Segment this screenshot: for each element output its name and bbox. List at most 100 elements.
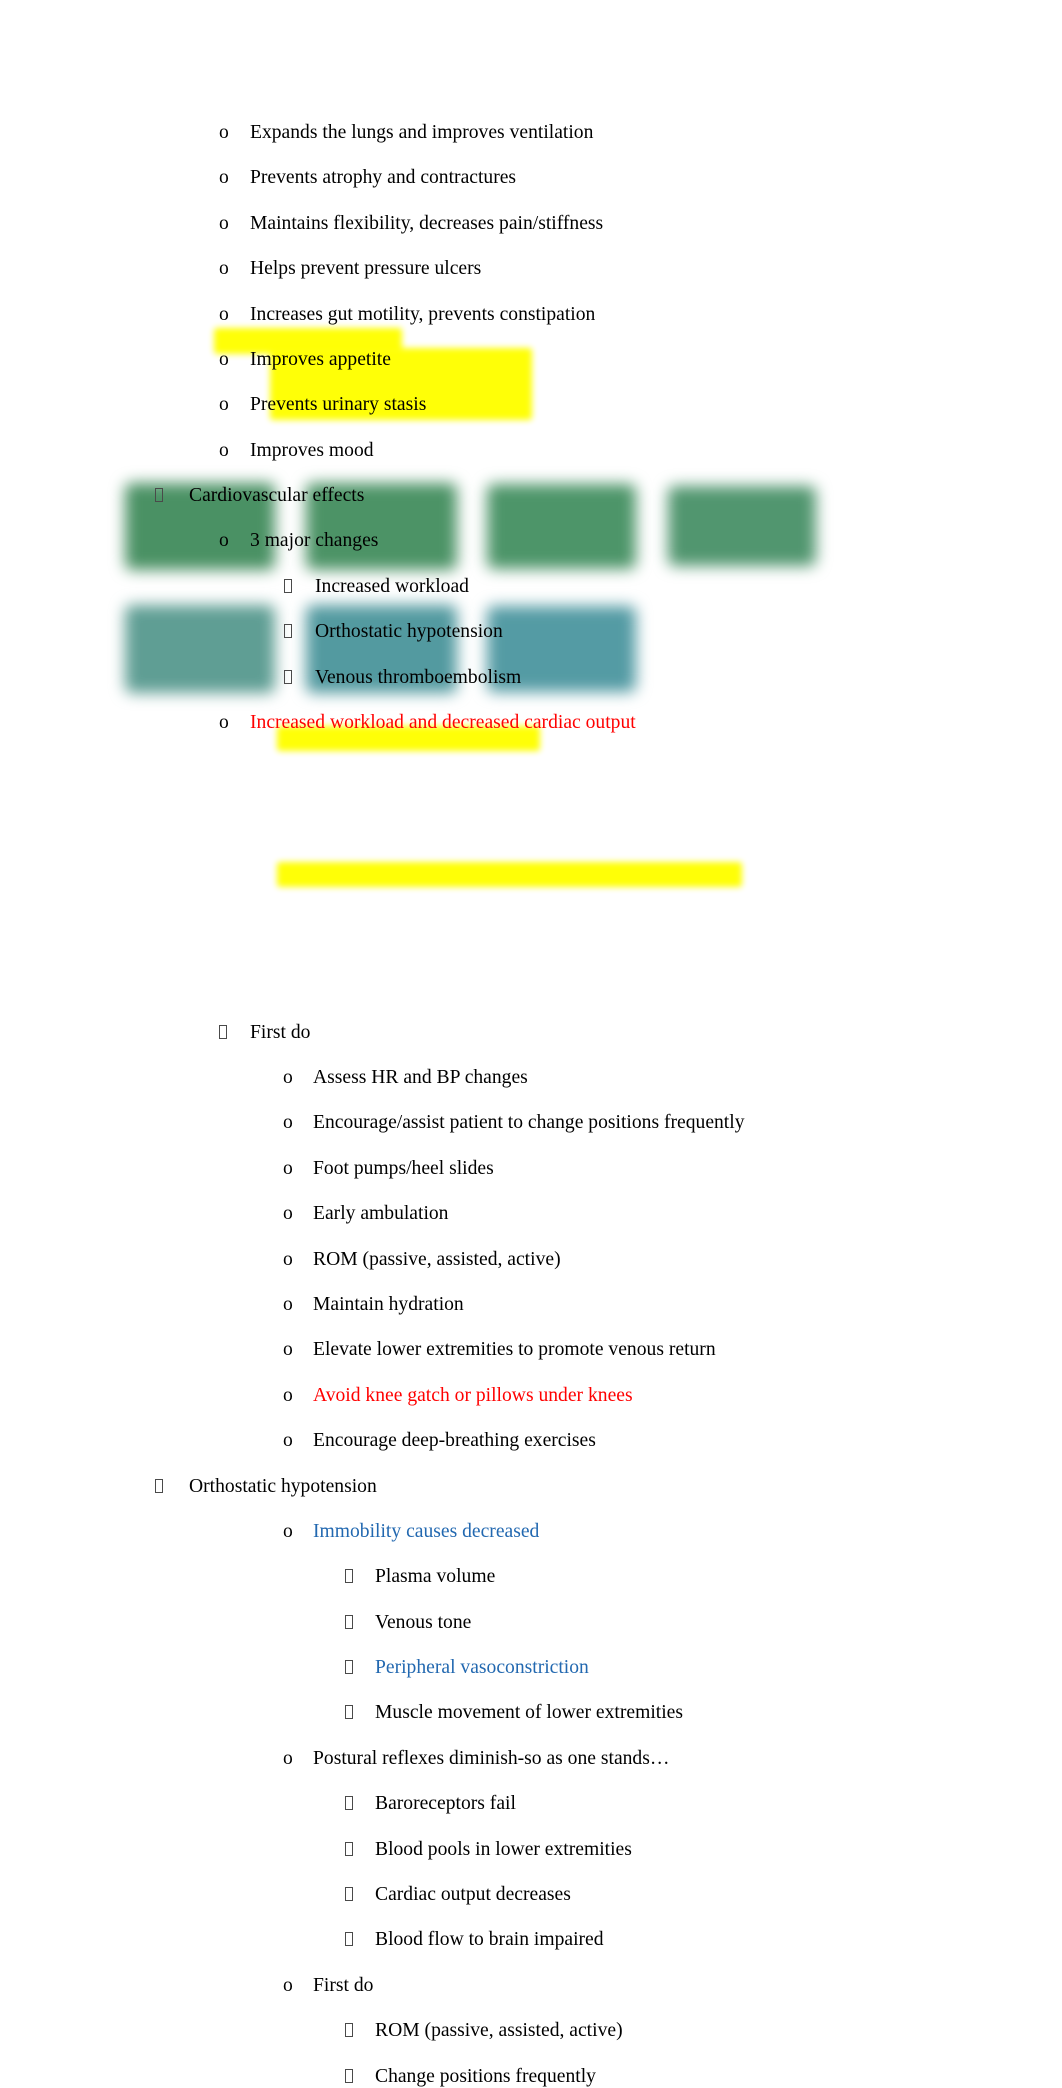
bullet-box-icon: [345, 1702, 353, 1725]
list-item-peripheral-vasoconstriction: Peripheral vasoconstriction: [0, 1657, 1062, 1680]
list-item-label: Foot pumps/heel slides: [313, 1157, 494, 1179]
section-heading-first-do-orthostatic: o First do: [0, 1975, 1062, 1998]
bullet-box-icon: [345, 1657, 353, 1680]
bullet-box-icon: [284, 576, 292, 599]
bullet-o: o: [283, 1157, 293, 1179]
list-item: o Encourage deep-breathing exercises: [0, 1430, 1062, 1453]
list-item: o ROM (passive, assisted, active): [0, 1249, 1062, 1272]
list-item: o Expands the lungs and improves ventila…: [0, 122, 1062, 145]
list-item: o Prevents atrophy and contractures: [0, 167, 1062, 190]
document-page: o Expands the lungs and improves ventila…: [0, 0, 1062, 2087]
list-item-label: ROM (passive, assisted, active): [375, 2020, 623, 2042]
bullet-o: o: [219, 530, 229, 552]
list-item-label: Peripheral vasoconstriction: [375, 1657, 589, 1679]
bullet-o: o: [219, 303, 229, 325]
list-item-label: Early ambulation: [313, 1203, 449, 1225]
list-item: Cardiac output decreases: [0, 1884, 1062, 1907]
image-thumb-5: [125, 605, 275, 693]
bullet-o: o: [283, 1384, 293, 1406]
list-item-label: Blood pools in lower extremities: [375, 1838, 632, 1860]
section-heading-orthostatic-hypotension: Orthostatic hypotension: [0, 1476, 1062, 1499]
list-item-label: Helps prevent pressure ulcers: [250, 258, 482, 280]
bullet-box-icon: [345, 2066, 353, 2088]
list-item: o Maintains flexibility, decreases pain/…: [0, 213, 1062, 236]
bullet-o: o: [283, 1339, 293, 1361]
list-item-label: Change positions frequently: [375, 2065, 596, 2087]
bullet-o: o: [283, 1112, 293, 1134]
list-item-avoid-knee-gatch: o Avoid knee gatch or pillows under knee…: [0, 1385, 1062, 1408]
list-item: o Improves mood: [0, 440, 1062, 463]
list-item-label: Increased workload: [315, 575, 469, 597]
bullet-box-icon: [345, 1793, 353, 1816]
bullet-o: o: [283, 1430, 293, 1452]
list-item-label: Plasma volume: [375, 1566, 496, 1588]
highlight-elevate-lower-extremities: [277, 862, 742, 887]
list-item-label: Prevents atrophy and contractures: [250, 167, 517, 189]
list-item-label: Venous thromboembolism: [315, 666, 522, 688]
list-item-label: ROM (passive, assisted, active): [313, 1248, 561, 1270]
bullet-o: o: [283, 1974, 293, 1996]
bullet-o: o: [219, 167, 229, 189]
list-item: Blood flow to brain impaired: [0, 1929, 1062, 1952]
list-item: Change positions frequently: [0, 2066, 1062, 2088]
list-item: Plasma volume: [0, 1566, 1062, 1589]
list-item-label: Muscle movement of lower extremities: [375, 1702, 683, 1724]
list-item: o Increases gut motility, prevents const…: [0, 304, 1062, 327]
list-item: o Maintain hydration: [0, 1294, 1062, 1317]
list-item: Venous tone: [0, 1612, 1062, 1635]
bullet-box-icon: [155, 485, 163, 508]
bullet-box-icon: [345, 1884, 353, 1907]
bullet-o: o: [283, 1293, 293, 1315]
list-item-label: Blood flow to brain impaired: [375, 1929, 604, 1951]
bullet-o: o: [283, 1747, 293, 1769]
list-item-label: Elevate lower extremities to promote ven…: [313, 1339, 716, 1361]
list-item: o Encourage/assist patient to change pos…: [0, 1112, 1062, 1135]
bullet-o: o: [219, 258, 229, 280]
list-item-label: Immobility causes decreased: [313, 1520, 540, 1542]
bullet-o: o: [283, 1203, 293, 1225]
list-item-label: Encourage deep-breathing exercises: [313, 1430, 596, 1452]
list-item-label: Baroreceptors fail: [375, 1793, 516, 1815]
image-thumb-4: [668, 486, 816, 566]
bullet-box-icon: [155, 1476, 163, 1499]
section-heading-label: First do: [313, 1974, 374, 1996]
list-item-label: Cardiac output decreases: [375, 1883, 571, 1905]
list-item-label: Venous tone: [375, 1611, 472, 1633]
list-item: Blood pools in lower extremities: [0, 1839, 1062, 1862]
list-item: Baroreceptors fail: [0, 1793, 1062, 1816]
list-item: Muscle movement of lower extremities: [0, 1702, 1062, 1725]
list-item-elevate-lower-extremities: o Elevate lower extremities to promote v…: [0, 1339, 1062, 1362]
list-item-label: Increases gut motility, prevents constip…: [250, 303, 596, 325]
bullet-box-icon: [345, 1566, 353, 1589]
bullet-o: o: [219, 212, 229, 234]
list-item-label: Avoid knee gatch or pillows under knees: [313, 1384, 633, 1406]
list-item: o Foot pumps/heel slides: [0, 1158, 1062, 1181]
list-item-postural-reflexes: o Postural reflexes diminish-so as one s…: [0, 1748, 1062, 1771]
bullet-o: o: [283, 1520, 293, 1542]
image-thumb-3: [487, 484, 636, 569]
bullet-o: o: [219, 712, 229, 734]
list-item-assess-hr-bp: o Assess HR and BP changes: [0, 1067, 1062, 1090]
list-item-label: Encourage/assist patient to change posit…: [313, 1112, 745, 1134]
list-item-label: Expands the lungs and improves ventilati…: [250, 122, 594, 143]
section-heading-label: First do: [250, 1021, 311, 1043]
bullet-box-icon: [345, 2020, 353, 2043]
bullet-box-icon: [345, 1929, 353, 1952]
list-item-immobility-causes-decreased: o Immobility causes decreased: [0, 1521, 1062, 1544]
bullet-box-icon: [345, 1612, 353, 1635]
section-heading-label: Orthostatic hypotension: [189, 1475, 377, 1497]
bullet-box-icon: [345, 1839, 353, 1862]
bullet-o: o: [219, 348, 229, 370]
document-body: o Expands the lungs and improves ventila…: [0, 122, 1062, 2087]
bullet-box-icon: [284, 667, 292, 690]
section-heading-label: Cardiovascular effects: [189, 485, 365, 507]
list-item-label: Postural reflexes diminish-so as one sta…: [313, 1747, 670, 1769]
bullet-o: o: [219, 122, 229, 143]
list-item-label: 3 major changes: [250, 530, 379, 552]
list-item-label: Orthostatic hypotension: [315, 621, 503, 643]
list-item-label: Improves mood: [250, 439, 374, 461]
bullet-o: o: [283, 1067, 293, 1088]
bullet-o: o: [219, 394, 229, 416]
section-heading-first-do-cardio: First do: [0, 1022, 1062, 1045]
bullet-box-icon: [219, 1022, 227, 1045]
